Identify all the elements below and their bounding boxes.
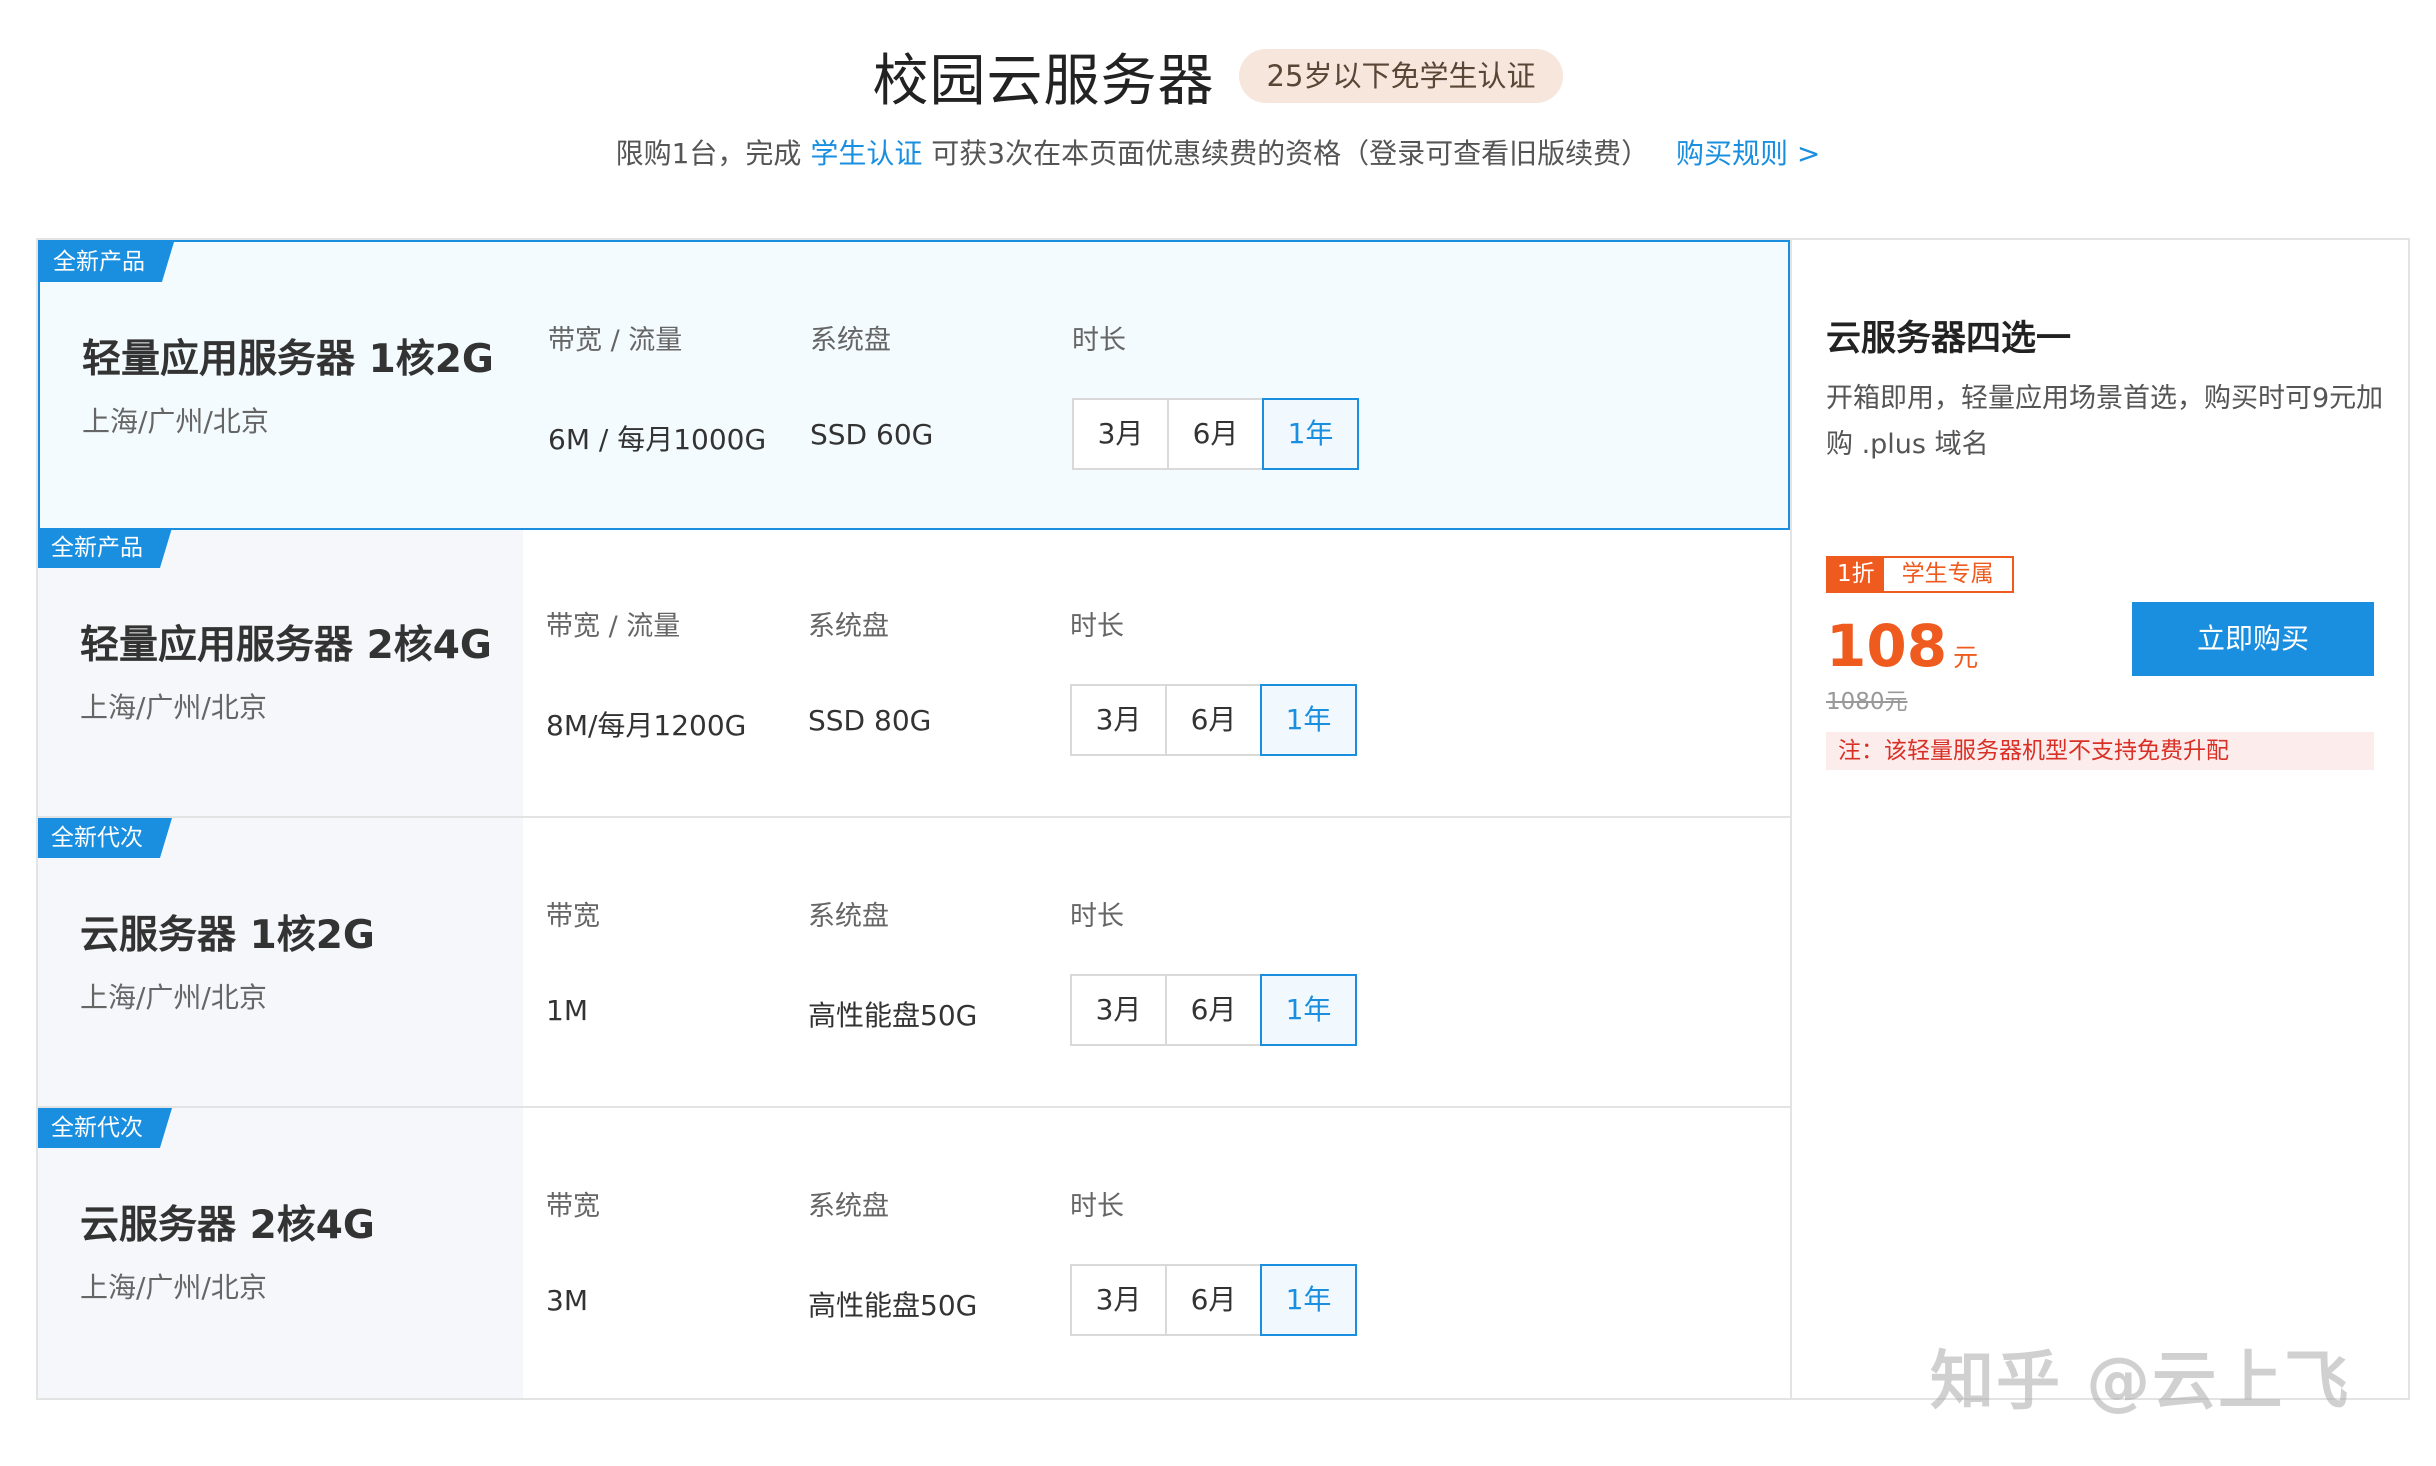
- product-list: 全新产品 轻量应用服务器 1核2G 上海/广州/北京 带宽 / 流量 6M / …: [36, 238, 1790, 1400]
- duration-6-months-button[interactable]: 6月: [1165, 974, 1262, 1046]
- page-header: 校园云服务器 25岁以下免学生认证: [0, 36, 2436, 116]
- price-unit: 元: [1953, 643, 1979, 672]
- disk-label: 系统盘: [808, 901, 889, 932]
- product-info-pane: [38, 818, 523, 1106]
- bandwidth-value: 1M: [546, 994, 588, 1027]
- duration-1-year-button[interactable]: 1年: [1260, 684, 1357, 756]
- price-value: 108: [1826, 612, 1948, 680]
- duration-1-year-button[interactable]: 1年: [1260, 974, 1357, 1046]
- product-ribbon: 全新代次: [38, 818, 172, 858]
- product-ribbon: 全新产品: [38, 528, 172, 568]
- duration-3-months-button[interactable]: 3月: [1072, 398, 1169, 470]
- buy-now-button[interactable]: 立即购买: [2132, 602, 2374, 676]
- duration-label: 时长: [1070, 1191, 1124, 1222]
- duration-selector: 3月 6月 1年: [1070, 684, 1357, 756]
- product-row[interactable]: 全新产品 轻量应用服务器 2核4G 上海/广州/北京 带宽 / 流量 8M/每月…: [38, 528, 1790, 818]
- product-region: 上海/广州/北京: [82, 405, 269, 438]
- product-region: 上海/广州/北京: [80, 1271, 267, 1304]
- panel-title: 云服务器四选一: [1826, 319, 2072, 359]
- duration-label: 时长: [1070, 901, 1124, 932]
- duration-selector: 3月 6月 1年: [1072, 398, 1359, 470]
- purchase-rules-link[interactable]: 购买规则 >: [1676, 137, 1820, 170]
- duration-6-months-button[interactable]: 6月: [1165, 1264, 1262, 1336]
- product-row[interactable]: 全新代次 云服务器 1核2G 上海/广州/北京 带宽 1M 系统盘 高性能盘50…: [38, 818, 1790, 1108]
- duration-selector: 3月 6月 1年: [1070, 1264, 1357, 1336]
- duration-1-year-button[interactable]: 1年: [1262, 398, 1359, 470]
- price: 108 元: [1826, 612, 1978, 680]
- bandwidth-label: 带宽: [546, 1191, 600, 1222]
- product-name: 云服务器 1核2G: [80, 913, 375, 958]
- duration-label: 时长: [1072, 325, 1126, 356]
- disk-label: 系统盘: [808, 1191, 889, 1222]
- page-title: 校园云服务器: [872, 48, 1215, 114]
- subtitle-prefix: 限购1台，完成: [615, 137, 802, 170]
- product-row[interactable]: 全新代次 云服务器 2核4G 上海/广州/北京 带宽 3M 系统盘 高性能盘50…: [38, 1108, 1790, 1398]
- product-region: 上海/广州/北京: [80, 981, 267, 1014]
- duration-6-months-button[interactable]: 6月: [1167, 398, 1264, 470]
- subtitle-suffix: 可获3次在本页面优惠续费的资格（登录可查看旧版续费）: [931, 137, 1650, 170]
- duration-selector: 3月 6月 1年: [1070, 974, 1357, 1046]
- bandwidth-label: 带宽 / 流量: [546, 611, 681, 642]
- bandwidth-value: 8M/每月1200G: [546, 709, 747, 742]
- student-auth-link[interactable]: 学生认证: [810, 137, 922, 170]
- product-ribbon: 全新产品: [40, 242, 174, 282]
- duration-6-months-button[interactable]: 6月: [1165, 684, 1262, 756]
- product-ribbon: 全新代次: [38, 1108, 172, 1148]
- bandwidth-label: 带宽 / 流量: [548, 325, 683, 356]
- bandwidth-value: 6M / 每月1000G: [548, 423, 767, 456]
- bandwidth-label: 带宽: [546, 901, 600, 932]
- duration-label: 时长: [1070, 611, 1124, 642]
- duration-3-months-button[interactable]: 3月: [1070, 1264, 1167, 1336]
- upgrade-notice: 注：该轻量服务器机型不支持免费升配: [1826, 732, 2374, 770]
- panel-description: 开箱即用，轻量应用场景首选，购买时可9元加购 .plus 域名: [1826, 383, 2384, 460]
- product-info-pane: [38, 1108, 523, 1398]
- product-name: 轻量应用服务器 1核2G: [82, 337, 494, 382]
- disk-value: SSD 80G: [808, 704, 932, 737]
- original-price: 1080元: [1826, 689, 1908, 715]
- purchase-panel: 云服务器四选一 开箱即用，轻量应用场景首选，购买时可9元加购 .plus 域名 …: [1790, 238, 2410, 1400]
- product-info-pane: [40, 242, 525, 528]
- product-name: 云服务器 2核4G: [80, 1203, 375, 1248]
- product-info-pane: [38, 528, 523, 816]
- product-name: 轻量应用服务器 2核4G: [80, 623, 492, 668]
- watermark: 知乎 @云上飞: [1930, 1345, 2351, 1419]
- product-row[interactable]: 全新产品 轻量应用服务器 1核2G 上海/广州/北京 带宽 / 流量 6M / …: [38, 240, 1790, 530]
- discount-tags: 1折 学生专属: [1826, 556, 2014, 593]
- duration-3-months-button[interactable]: 3月: [1070, 974, 1167, 1046]
- disk-value: SSD 60G: [810, 418, 934, 451]
- disk-label: 系统盘: [810, 325, 891, 356]
- discount-badge: 1折: [1828, 558, 1884, 591]
- disk-value: 高性能盘50G: [808, 999, 978, 1032]
- duration-1-year-button[interactable]: 1年: [1260, 1264, 1357, 1336]
- bandwidth-value: 3M: [546, 1284, 588, 1317]
- product-region: 上海/广州/北京: [80, 691, 267, 724]
- disk-label: 系统盘: [808, 611, 889, 642]
- student-exclusive-badge: 学生专属: [1883, 558, 2012, 591]
- purchase-limit-note: 限购1台，完成 学生认证 可获3次在本页面优惠续费的资格（登录可查看旧版续费） …: [0, 132, 2436, 172]
- student-exemption-badge: 25岁以下免学生认证: [1238, 49, 1564, 103]
- duration-3-months-button[interactable]: 3月: [1070, 684, 1167, 756]
- disk-value: 高性能盘50G: [808, 1289, 978, 1322]
